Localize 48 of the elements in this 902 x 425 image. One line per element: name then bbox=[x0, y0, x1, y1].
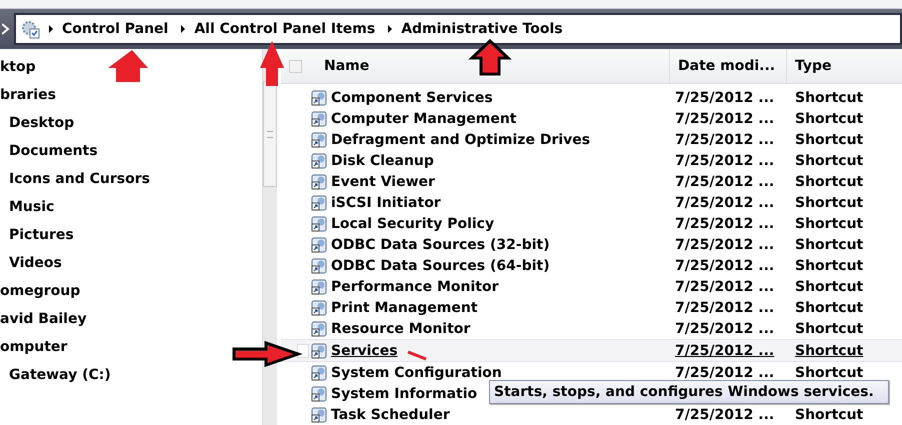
type-cell: Shortcut bbox=[795, 258, 864, 274]
date-cell: 7/25/2012 ... bbox=[675, 236, 774, 252]
date-cell: 7/25/2012 ... bbox=[675, 152, 774, 168]
type-cell: Shortcut bbox=[795, 300, 864, 316]
file-name: System Informatio bbox=[331, 386, 478, 402]
date-cell: 7/25/2012 ... bbox=[675, 342, 774, 358]
date-cell: 7/25/2012 ... bbox=[675, 90, 774, 106]
date-cell: 7/25/2012 ... bbox=[675, 216, 774, 232]
file-name: Computer Management bbox=[331, 110, 516, 126]
file-name: Resource Monitor bbox=[331, 320, 470, 336]
file-name: Defragment and Optimize Drives bbox=[331, 132, 590, 148]
date-cell: 7/25/2012 ... bbox=[675, 110, 774, 126]
type-cell: Shortcut bbox=[795, 90, 864, 106]
file-name: System Configuration bbox=[331, 364, 502, 380]
type-cell: Shortcut bbox=[795, 320, 864, 336]
file-name: Services bbox=[331, 342, 398, 358]
file-name: Performance Monitor bbox=[331, 278, 498, 294]
date-cell: 7/25/2012 ... bbox=[675, 258, 774, 274]
tooltip: Starts, stops, and configures Windows services. bbox=[489, 380, 889, 404]
date-cell: 7/25/2012 ... bbox=[675, 364, 774, 380]
type-cell: Shortcut bbox=[795, 110, 864, 126]
date-cell: 7/25/2012 ... bbox=[675, 132, 774, 148]
type-cell: Shortcut bbox=[795, 278, 864, 294]
file-name: Print Management bbox=[331, 300, 478, 316]
file-name: iSCSI Initiator bbox=[331, 194, 441, 210]
type-cell: Shortcut bbox=[795, 132, 864, 148]
type-cell: Shortcut bbox=[795, 406, 864, 422]
file-name: ODBC Data Sources (32-bit) bbox=[331, 236, 550, 252]
file-name: Task Scheduler bbox=[331, 406, 450, 422]
type-cell: Shortcut bbox=[795, 236, 864, 252]
file-name: Event Viewer bbox=[331, 174, 435, 190]
file-name: Disk Cleanup bbox=[331, 152, 434, 168]
type-cell: Shortcut bbox=[795, 342, 864, 358]
date-cell: 7/25/2012 ... bbox=[675, 406, 774, 422]
type-cell: Shortcut bbox=[795, 216, 864, 232]
type-cell: Shortcut bbox=[795, 364, 864, 380]
date-cell: 7/25/2012 ... bbox=[675, 300, 774, 316]
file-name: Local Security Policy bbox=[331, 216, 494, 232]
column-label: Name bbox=[324, 58, 370, 74]
type-cell: Shortcut bbox=[795, 174, 864, 190]
date-cell: 7/25/2012 ... bbox=[675, 194, 774, 210]
date-cell: 7/25/2012 ... bbox=[675, 278, 774, 294]
file-name: Component Services bbox=[331, 90, 493, 106]
date-cell: 7/25/2012 ... bbox=[675, 320, 774, 336]
type-cell: Shortcut bbox=[795, 152, 864, 168]
file-name: ODBC Data Sources (64-bit) bbox=[331, 258, 550, 274]
date-cell: 7/25/2012 ... bbox=[675, 174, 774, 190]
type-cell: Shortcut bbox=[795, 194, 864, 210]
